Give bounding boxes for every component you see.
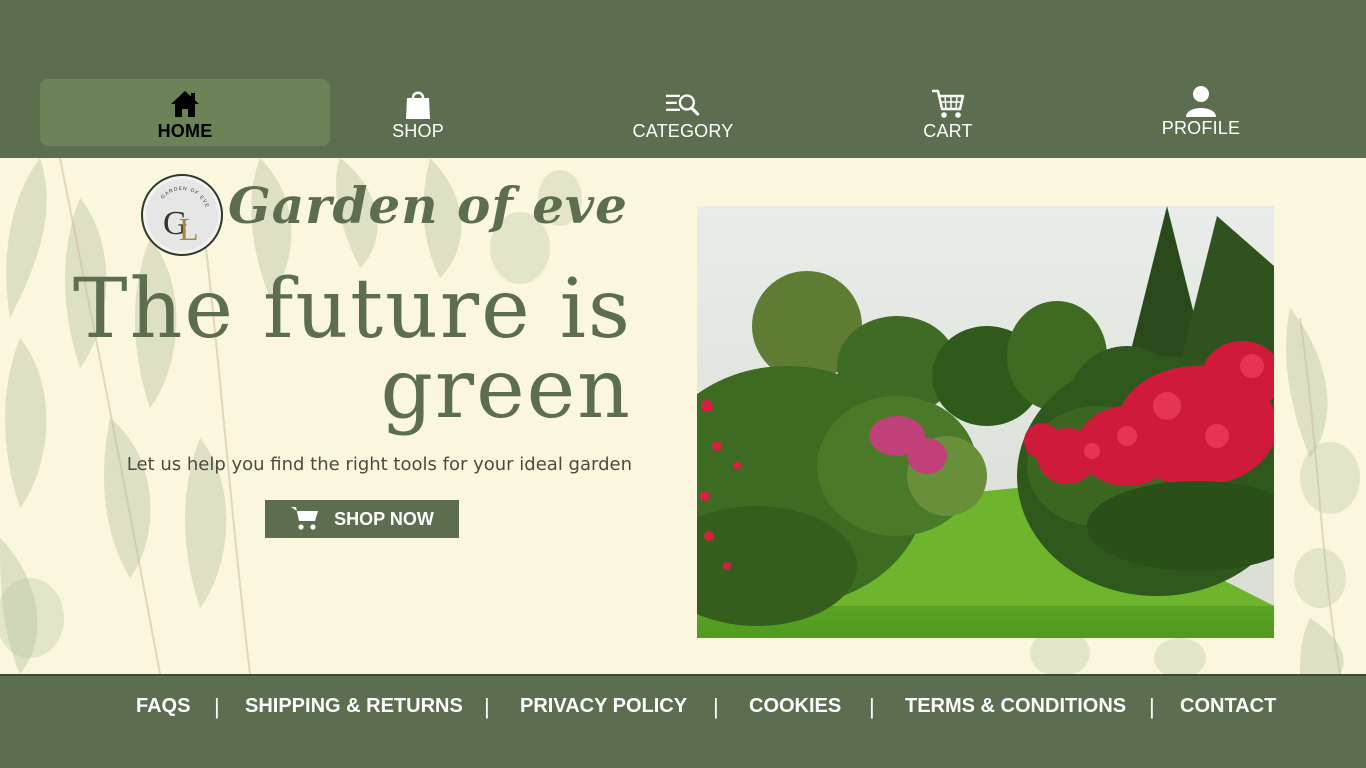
footer-link-terms-conditions[interactable]: TERMS & CONDITIONS bbox=[905, 695, 1126, 718]
footer-link-cookies[interactable]: COOKIES bbox=[749, 695, 841, 718]
shop-now-label: SHOP NOW bbox=[334, 508, 434, 529]
footer-link-contact[interactable]: CONTACT bbox=[1180, 695, 1276, 718]
home-icon bbox=[168, 87, 202, 121]
footer-separator: | bbox=[484, 694, 490, 719]
nav-label-category: CATEGORY bbox=[632, 121, 734, 141]
footer-separator: | bbox=[713, 694, 719, 719]
nav-item-shop[interactable]: SHOP bbox=[368, 79, 468, 146]
user-icon bbox=[1184, 84, 1218, 118]
hero-headline: The future is green bbox=[60, 269, 632, 431]
cart-icon bbox=[290, 505, 320, 534]
nav-label-home: HOME bbox=[157, 121, 213, 141]
footer-separator: | bbox=[869, 694, 875, 719]
footer-link-faqs[interactable]: FAQS bbox=[136, 695, 190, 718]
nav-label-shop: SHOP bbox=[392, 121, 444, 141]
nav-item-home[interactable]: HOME bbox=[40, 79, 330, 146]
brand-name: Garden of eve bbox=[228, 176, 628, 235]
nav-label-profile: PROFILE bbox=[1161, 118, 1241, 138]
nav-item-cart[interactable]: CART bbox=[898, 79, 998, 146]
footer-separator: | bbox=[1149, 694, 1155, 719]
site-footer: FAQS | SHIPPING & RETURNS | PRIVACY POLI… bbox=[0, 674, 1366, 768]
hero-section: GARDEN OF EVE G L Garden of eve The futu… bbox=[0, 158, 1366, 674]
hero-subtitle: Let us help you find the right tools for… bbox=[126, 454, 632, 475]
shopping-bag-icon bbox=[401, 87, 435, 121]
footer-link-privacy-policy[interactable]: PRIVACY POLICY bbox=[520, 695, 687, 718]
svg-text:L: L bbox=[179, 211, 199, 247]
nav-label-cart: CART bbox=[923, 121, 973, 141]
logo-monogram-icon: GARDEN OF EVE G L bbox=[160, 186, 209, 247]
garden-hero-image bbox=[697, 206, 1274, 638]
headline-line-2: green bbox=[380, 342, 632, 437]
nav-item-category[interactable]: CATEGORY bbox=[618, 79, 748, 146]
brand-logo[interactable]: GARDEN OF EVE G L bbox=[141, 174, 223, 256]
cart-icon bbox=[931, 87, 965, 121]
footer-separator: | bbox=[214, 694, 220, 719]
category-search-icon bbox=[666, 87, 700, 121]
main-navigation: HOME SHOP CATEGORY CART PROFILE bbox=[0, 0, 1366, 158]
nav-item-profile[interactable]: PROFILE bbox=[1146, 76, 1256, 143]
shop-now-button[interactable]: SHOP NOW bbox=[265, 500, 459, 538]
footer-link-shipping-returns[interactable]: SHIPPING & RETURNS bbox=[245, 695, 463, 718]
